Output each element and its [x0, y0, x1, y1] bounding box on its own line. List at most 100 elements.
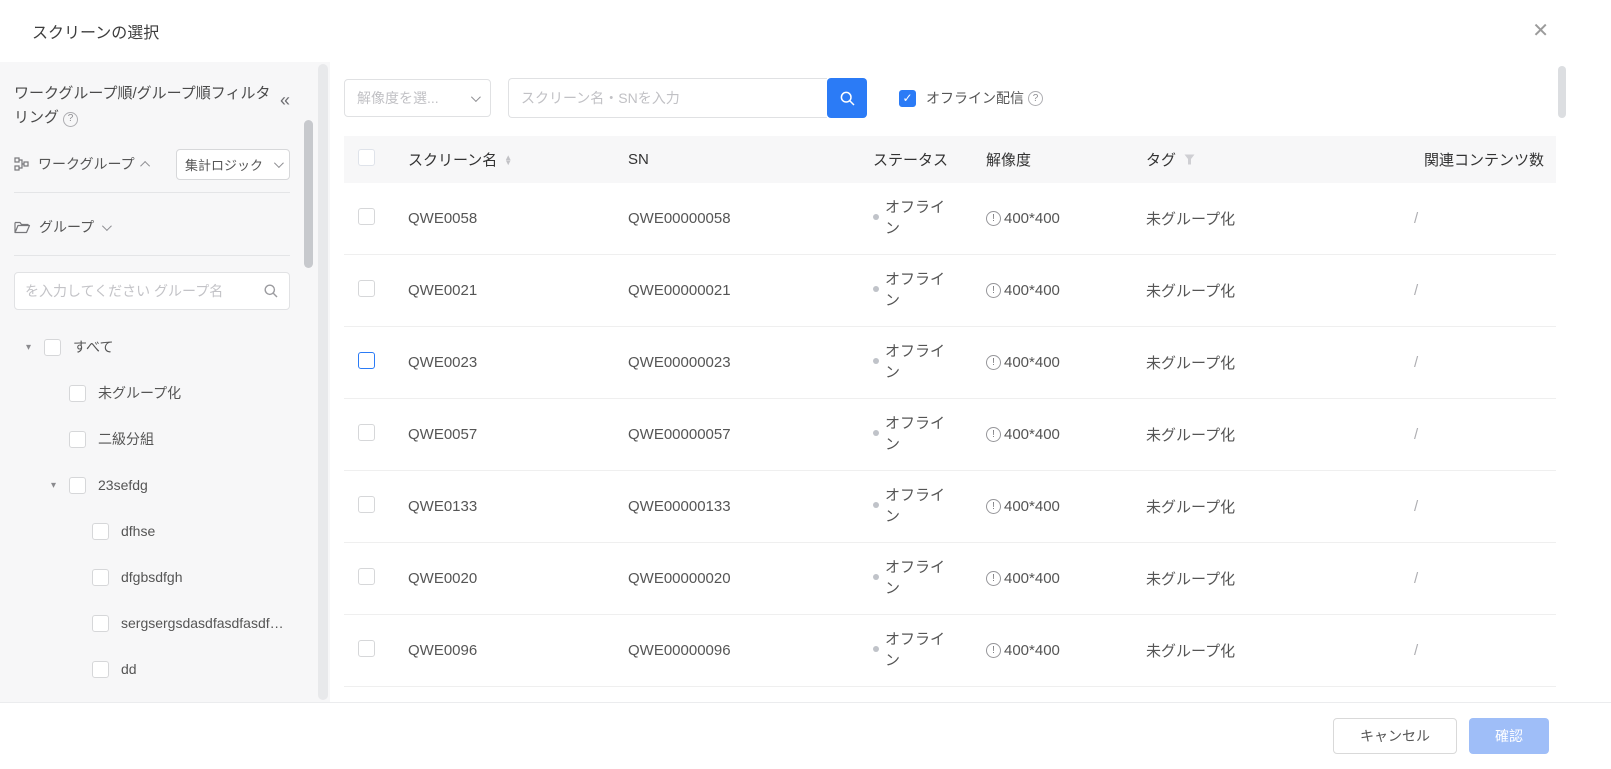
- row-checkbox[interactable]: [358, 280, 375, 297]
- help-icon[interactable]: ?: [1028, 91, 1043, 106]
- status-text: オフライン: [885, 198, 949, 239]
- tree-item-label: すべて: [73, 337, 113, 357]
- aggregation-logic-select[interactable]: 集計ロジック: [176, 149, 290, 180]
- row-checkbox[interactable]: [358, 568, 375, 585]
- warning-circle-icon: !: [986, 643, 1001, 658]
- sort-icon[interactable]: ▲▼: [504, 155, 512, 165]
- chevron-down-icon: [471, 92, 481, 102]
- tree-checkbox[interactable]: [92, 523, 109, 540]
- filter-icon[interactable]: [1184, 154, 1195, 165]
- sn-cell: QWE00000023: [620, 354, 865, 371]
- screen-search: [508, 78, 867, 118]
- content-count-cell: /: [1398, 210, 1556, 227]
- table-body: QWE0058QWE00000058オフライン!400*400未グループ化/QW…: [344, 183, 1556, 687]
- resolution-text: 400*400: [1004, 282, 1060, 299]
- modal-header: スクリーンの選択 ✕: [0, 0, 1611, 62]
- chevron-up-icon: [140, 160, 150, 170]
- status-cell: オフライン: [865, 558, 978, 599]
- divider: [14, 192, 290, 193]
- status-dot-icon: [873, 286, 879, 292]
- table-scrollbar-thumb[interactable]: [1558, 66, 1566, 118]
- row-checkbox[interactable]: [358, 424, 375, 441]
- row-checkbox[interactable]: [358, 208, 375, 225]
- sn-cell: QWE00000057: [620, 426, 865, 443]
- tree-checkbox[interactable]: [92, 569, 109, 586]
- group-search-input[interactable]: [25, 283, 263, 299]
- group-label: グループ: [39, 217, 94, 237]
- tree-item[interactable]: ▾ 23sefdg: [14, 462, 290, 508]
- status-dot-icon: [873, 574, 879, 580]
- folder-icon: [14, 220, 31, 235]
- resolution-text: 400*400: [1004, 426, 1060, 443]
- divider: [14, 255, 290, 256]
- status-cell: オフライン: [865, 630, 978, 671]
- tree-checkbox[interactable]: [92, 661, 109, 678]
- chevron-down-icon: [102, 221, 112, 231]
- screen-search-input[interactable]: [508, 78, 827, 118]
- column-header-tag[interactable]: タグ: [1138, 149, 1398, 170]
- table-row: QWE0096QWE00000096オフライン!400*400未グループ化/: [344, 615, 1556, 687]
- sitemap-icon: [14, 156, 30, 172]
- table-row: QWE0057QWE00000057オフライン!400*400未グループ化/: [344, 399, 1556, 471]
- search-button[interactable]: [827, 78, 867, 118]
- row-checkbox[interactable]: [358, 496, 375, 513]
- tree-item-label: 23sefdg: [98, 477, 148, 493]
- column-header-resolution: 解像度: [978, 149, 1138, 170]
- content-count-cell: /: [1398, 354, 1556, 371]
- warning-circle-icon: !: [986, 283, 1001, 298]
- confirm-button[interactable]: 確認: [1469, 718, 1549, 754]
- search-icon: [839, 90, 856, 107]
- close-icon[interactable]: ✕: [1532, 21, 1549, 41]
- tag-cell: 未グループ化: [1138, 208, 1398, 229]
- status-text: オフライン: [885, 486, 949, 527]
- tag-cell: 未グループ化: [1138, 496, 1398, 517]
- content-count-cell: /: [1398, 642, 1556, 659]
- tree-item[interactable]: ▾ すべて: [14, 324, 290, 370]
- search-icon[interactable]: [263, 283, 279, 299]
- tree-checkbox[interactable]: [44, 339, 61, 356]
- tree-checkbox[interactable]: [69, 477, 86, 494]
- tree-item[interactable]: 未グループ化: [14, 370, 290, 416]
- tag-cell: 未グループ化: [1138, 568, 1398, 589]
- tree-checkbox[interactable]: [69, 385, 86, 402]
- expand-arrow-icon[interactable]: ▾: [51, 480, 69, 491]
- content-count-cell: /: [1398, 426, 1556, 443]
- workgroup-label: ワークグループ: [38, 154, 135, 174]
- expand-arrow-icon[interactable]: ▾: [26, 342, 44, 353]
- column-header-name[interactable]: スクリーン名 ▲▼: [400, 149, 620, 170]
- warning-circle-icon: !: [986, 355, 1001, 370]
- tree-item[interactable]: dfgbsdfgh: [14, 554, 290, 600]
- tree-item[interactable]: sergsergsdasdfasdfasdfas...: [14, 600, 290, 646]
- resolution-cell: !400*400: [978, 282, 1138, 299]
- filter-sidebar: ワークグループ順/グループ順フィルタリング? « ワークグループ 集計ロジック: [0, 62, 330, 702]
- screen-name-cell: QWE0021: [400, 282, 620, 299]
- row-checkbox[interactable]: [358, 352, 375, 369]
- status-dot-icon: [873, 214, 879, 220]
- resolution-cell: !400*400: [978, 570, 1138, 587]
- status-cell: オフライン: [865, 486, 978, 527]
- cancel-button[interactable]: キャンセル: [1333, 718, 1457, 754]
- select-all-checkbox[interactable]: [358, 149, 375, 166]
- collapse-sidebar-icon[interactable]: «: [280, 90, 290, 130]
- tree-checkbox[interactable]: [69, 431, 86, 448]
- row-checkbox[interactable]: [358, 640, 375, 657]
- tree-checkbox[interactable]: [92, 615, 109, 632]
- tree-item-label: dd: [121, 661, 137, 677]
- sidebar-scrollbar-thumb[interactable]: [304, 120, 313, 268]
- tree-item[interactable]: dd: [14, 646, 290, 692]
- resolution-select[interactable]: 解像度を選...: [344, 79, 491, 117]
- column-header-content-count: 関連コンテンツ数: [1398, 149, 1556, 170]
- help-icon[interactable]: ?: [63, 112, 78, 127]
- status-text: オフライン: [885, 270, 949, 311]
- offline-delivery-option: ✓ オフライン配信 ?: [899, 88, 1043, 108]
- warning-circle-icon: !: [986, 499, 1001, 514]
- resolution-text: 400*400: [1004, 354, 1060, 371]
- screen-name-cell: QWE0023: [400, 354, 620, 371]
- workgroup-section-header[interactable]: ワークグループ 集計ロジック: [14, 148, 290, 180]
- tree-item[interactable]: dfhse: [14, 508, 290, 554]
- offline-delivery-checkbox[interactable]: ✓: [899, 90, 916, 107]
- tree-item[interactable]: 二級分組: [14, 416, 290, 462]
- screen-name-cell: QWE0058: [400, 210, 620, 227]
- sidebar-scrollbar-track[interactable]: [318, 64, 328, 700]
- group-section-header[interactable]: グループ: [14, 211, 290, 243]
